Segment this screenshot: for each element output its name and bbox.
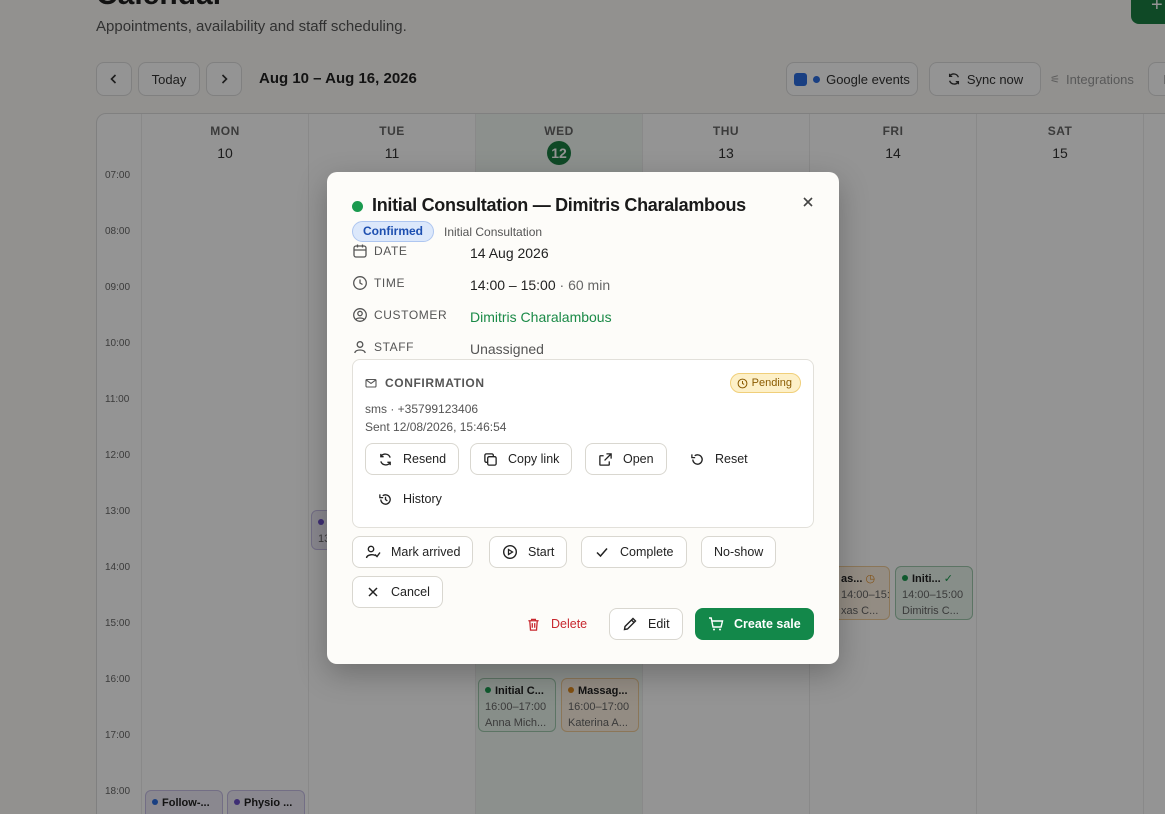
time-value: 14:00 – 15:00 · 60 min <box>470 277 610 293</box>
detail-date: DATE 14 Aug 2026 <box>352 243 812 265</box>
delete-label: Delete <box>551 617 588 631</box>
status-badge: Confirmed <box>352 221 434 242</box>
pending-badge: Pending <box>729 373 801 393</box>
customer-link[interactable]: Dimitris Charalambous <box>470 309 612 325</box>
confirmation-label: CONFIRMATION <box>385 376 485 390</box>
complete-button[interactable]: Complete <box>581 536 687 568</box>
appointment-type: Initial Consultation <box>444 225 543 239</box>
undo-icon <box>691 453 703 465</box>
open-link-button[interactable]: Open <box>585 443 667 475</box>
calendar-icon <box>353 244 367 258</box>
copy-link-button[interactable]: Copy link <box>470 443 573 475</box>
history-button[interactable]: History <box>365 483 455 515</box>
dialog-title: Initial Consultation — Dimitris Charalam… <box>372 195 746 215</box>
start-label: Start <box>528 545 555 559</box>
user-icon <box>354 341 366 354</box>
detail-customer: CUSTOMER Dimitris Charalambous <box>352 307 812 329</box>
confirmation-sent: Sent 12/08/2026, 15:46:54 <box>365 420 507 434</box>
confirmation-panel: CONFIRMATION Pending sms · +35799123406 … <box>352 359 814 528</box>
history-label: History <box>403 492 442 506</box>
mark-arrived-label: Mark arrived <box>391 545 461 559</box>
open-label: Open <box>623 452 654 466</box>
no-show-button[interactable]: No-show <box>701 536 777 568</box>
copy-icon <box>484 452 497 466</box>
detail-staff: STAFF Unassigned <box>352 339 812 361</box>
confirmation-channel: sms · +35799123406 <box>365 402 479 416</box>
user-check-icon <box>365 545 381 559</box>
create-sale-button[interactable]: Create sale <box>695 608 814 640</box>
mark-arrived-button[interactable]: Mark arrived <box>352 536 474 568</box>
staff-value: Unassigned <box>470 341 544 357</box>
cancel-appointment-button[interactable]: Cancel <box>352 576 443 608</box>
edit-button[interactable]: Edit <box>609 608 683 640</box>
appointment-dialog: Initial Consultation — Dimitris Charalam… <box>327 172 839 664</box>
clock-icon <box>737 378 748 388</box>
delete-button[interactable]: Delete <box>513 608 600 640</box>
cart-icon <box>709 617 724 631</box>
cancel-label: Cancel <box>391 585 430 599</box>
customer-label: CUSTOMER <box>374 308 448 322</box>
edit-label: Edit <box>648 617 670 631</box>
close-icon <box>803 197 813 207</box>
close-button[interactable] <box>799 194 817 212</box>
reset-label: Reset <box>715 452 748 466</box>
detail-time: TIME 14:00 – 15:00 · 60 min <box>352 275 812 297</box>
user-circle-icon <box>353 308 367 322</box>
date-label: DATE <box>374 244 408 258</box>
create-sale-label: Create sale <box>734 617 801 631</box>
start-button[interactable]: Start <box>489 536 568 568</box>
staff-label: STAFF <box>374 340 415 354</box>
reset-button[interactable]: Reset <box>677 443 761 475</box>
no-show-label: No-show <box>714 545 764 559</box>
trash-icon <box>528 618 539 631</box>
mail-icon <box>365 378 377 388</box>
history-icon <box>379 493 391 505</box>
refresh-icon <box>380 452 391 466</box>
play-circle-icon <box>502 544 518 560</box>
time-label: TIME <box>374 276 406 290</box>
close-icon <box>368 587 378 597</box>
pencil-icon <box>623 617 637 631</box>
complete-label: Complete <box>620 545 674 559</box>
time-range: 14:00 – 15:00 <box>470 277 556 293</box>
copy-link-label: Copy link <box>508 452 560 466</box>
resend-label: Resend <box>403 452 447 466</box>
date-value: 14 Aug 2026 <box>470 245 549 261</box>
clock-icon <box>353 276 367 290</box>
external-link-icon <box>599 452 612 466</box>
confirmation-heading: CONFIRMATION <box>365 376 485 390</box>
time-duration: · 60 min <box>555 277 611 293</box>
resend-button[interactable]: Resend <box>365 443 460 475</box>
status-dot-icon <box>352 201 363 212</box>
check-icon <box>596 548 608 558</box>
pending-label: Pending <box>751 377 792 389</box>
